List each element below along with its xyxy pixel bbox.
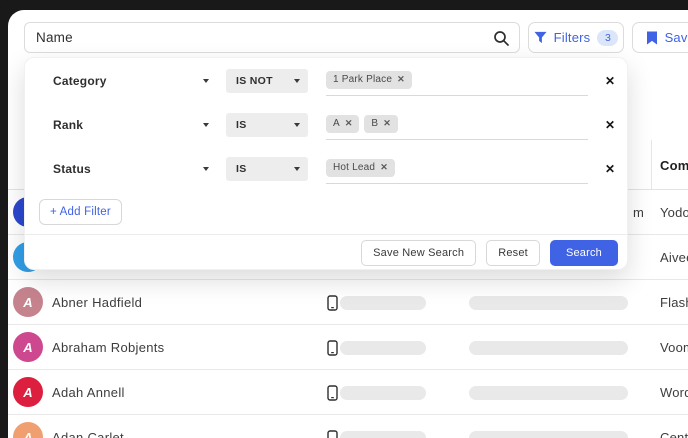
email-placeholder-bar: [469, 431, 628, 438]
filter-field-label: Status: [53, 162, 91, 176]
tag-label: Hot Lead: [333, 162, 376, 173]
filter-values-field[interactable]: Hot Lead ✕: [326, 152, 588, 184]
avatar-initial: A: [23, 429, 33, 438]
remove-filter-row-button[interactable]: ✕: [601, 151, 619, 187]
search-button[interactable]: Search: [549, 239, 618, 266]
email-placeholder-bar: [469, 386, 628, 400]
mobile-phone-icon: [327, 385, 338, 401]
contact-name: Adan Carlet: [52, 430, 124, 438]
chevron-down-icon: [294, 79, 300, 83]
save-new-search-button[interactable]: Save New Search: [361, 239, 477, 266]
tag-label: A: [333, 118, 340, 129]
operator-value: IS NOT: [236, 75, 273, 87]
phone-placeholder-bar: [340, 386, 426, 400]
operator-select[interactable]: IS: [226, 113, 308, 137]
filter-tag[interactable]: Hot Lead ✕: [326, 158, 395, 177]
filters-panel: Category IS NOT 1 Park Place ✕ ✕ Rank IS…: [24, 57, 628, 270]
filter-funnel-icon: [534, 31, 547, 44]
avatar: A: [13, 332, 43, 362]
panel-footer: Save New Search Reset Search: [25, 234, 627, 270]
email-text-fragment: m: [633, 205, 644, 220]
table-row[interactable]: A Adan Carlet Centimia: [8, 415, 688, 438]
reset-button[interactable]: Reset: [486, 239, 540, 266]
filters-button[interactable]: Filters 3: [528, 22, 624, 53]
filter-row: Status IS Hot Lead ✕ ✕: [25, 151, 629, 187]
phone-placeholder-bar: [340, 431, 426, 438]
filter-tag[interactable]: A ✕: [326, 114, 360, 133]
avatar: A: [13, 377, 43, 407]
company-cell: Aivee: [660, 250, 688, 265]
filters-button-label: Filters: [553, 30, 591, 45]
operator-value: IS: [236, 163, 247, 175]
filter-row: Rank IS A ✕ B ✕ ✕: [25, 107, 629, 143]
tag-label: 1 Park Place: [333, 74, 393, 85]
search-icon: [494, 31, 509, 46]
saved-button-label: Saved: [664, 30, 688, 45]
operator-select[interactable]: IS NOT: [226, 69, 308, 93]
filters-count-badge: 3: [597, 29, 619, 46]
phone-placeholder-bar: [340, 341, 426, 355]
remove-filter-row-button[interactable]: ✕: [601, 107, 619, 143]
avatar-initial: A: [23, 339, 33, 355]
name-search-field[interactable]: [24, 22, 520, 53]
company-cell: Yodoo: [660, 205, 688, 220]
chevron-down-icon[interactable]: [203, 79, 209, 83]
mobile-phone-icon: [327, 430, 338, 438]
company-cell: Flashpoint: [660, 295, 688, 310]
filter-values-field[interactable]: 1 Park Place ✕: [326, 64, 588, 96]
company-cell: Voomm: [660, 340, 688, 355]
filter-tag[interactable]: B ✕: [364, 114, 398, 133]
email-placeholder-bar: [469, 341, 628, 355]
tag-remove-icon[interactable]: ✕: [397, 75, 405, 84]
tag-label: B: [371, 118, 379, 129]
filter-field-label: Category: [53, 74, 107, 88]
company-cell: Wordify: [660, 385, 688, 400]
email-placeholder-bar: [469, 296, 628, 310]
avatar: A: [13, 422, 43, 438]
mobile-phone-icon: [327, 295, 338, 311]
operator-select[interactable]: IS: [226, 157, 308, 181]
chevron-down-icon[interactable]: [203, 123, 209, 127]
filter-field-label: Rank: [53, 118, 84, 132]
table-row[interactable]: A Abraham Robjents Voomm: [8, 325, 688, 370]
company-cell: Centimia: [660, 430, 688, 438]
add-filter-button[interactable]: + Add Filter: [39, 199, 122, 225]
filter-row: Category IS NOT 1 Park Place ✕ ✕: [25, 63, 629, 99]
saved-button[interactable]: Saved: [632, 22, 688, 53]
avatar: A: [13, 287, 43, 317]
app-window: Filters 3 Saved Company m Yodoo: [0, 0, 688, 438]
content-surface: Filters 3 Saved Company m Yodoo: [8, 10, 688, 438]
mobile-phone-icon: [327, 340, 338, 356]
chevron-down-icon: [294, 167, 300, 171]
contact-name: Abraham Robjents: [52, 340, 165, 355]
avatar-initial: A: [23, 294, 33, 310]
tag-remove-icon[interactable]: ✕: [383, 119, 391, 128]
bookmark-icon: [646, 31, 657, 44]
search-input[interactable]: [25, 23, 519, 52]
contact-name: Adah Annell: [52, 385, 125, 400]
chevron-down-icon[interactable]: [203, 167, 209, 171]
avatar-initial: A: [23, 384, 33, 400]
company-column-header: Company: [660, 157, 688, 173]
chevron-down-icon: [294, 123, 300, 127]
contact-name: Abner Hadfield: [52, 295, 143, 310]
table-row[interactable]: A Abner Hadfield Flashpoint: [8, 280, 688, 325]
remove-filter-row-button[interactable]: ✕: [601, 63, 619, 99]
tag-remove-icon[interactable]: ✕: [345, 119, 353, 128]
table-row[interactable]: A Adah Annell Wordify: [8, 370, 688, 415]
filter-tag[interactable]: 1 Park Place ✕: [326, 70, 412, 89]
tag-remove-icon[interactable]: ✕: [380, 163, 388, 172]
filter-values-field[interactable]: A ✕ B ✕: [326, 108, 588, 140]
operator-value: IS: [236, 119, 247, 131]
phone-placeholder-bar: [340, 296, 426, 310]
